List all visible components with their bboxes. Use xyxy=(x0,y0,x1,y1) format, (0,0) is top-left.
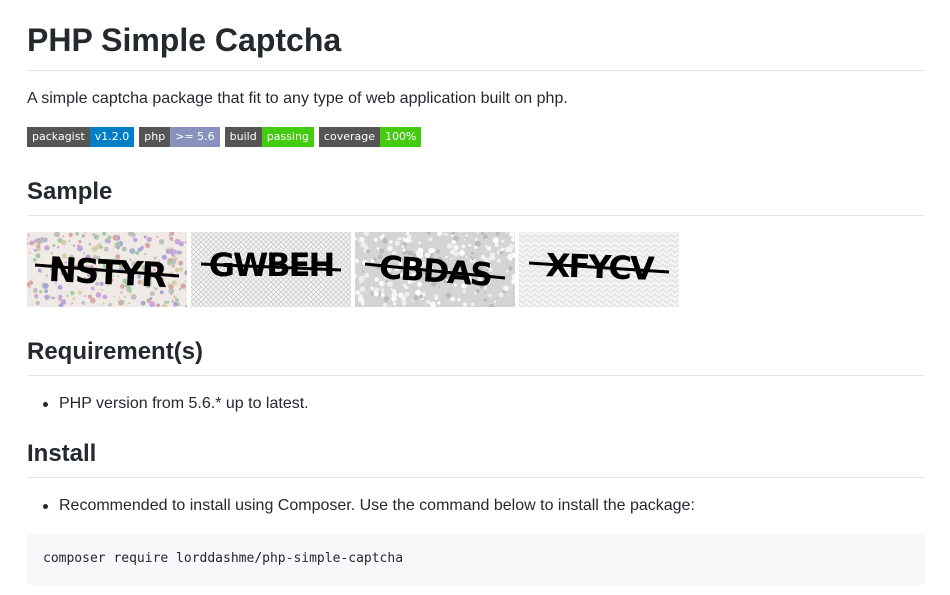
install-heading: Install xyxy=(27,440,97,467)
badge-value: v1.2.0 xyxy=(89,127,135,147)
install-list: Recommended to install using Composer. U… xyxy=(27,496,695,516)
captcha-samples: NSTYR GWBEH CBDAS XFYCV xyxy=(27,232,679,307)
captcha-text: CBDAS xyxy=(378,248,493,294)
badge-label: php xyxy=(139,127,171,147)
badge-value: 100% xyxy=(380,127,422,147)
captcha-text: XFYCV xyxy=(545,246,655,288)
badge-label: build xyxy=(224,127,262,147)
title-divider xyxy=(27,70,925,71)
captcha-text: GWBEH xyxy=(209,246,334,284)
list-item: PHP version from 5.6.* up to latest. xyxy=(27,394,309,414)
badge-coverage[interactable]: coverage 100% xyxy=(318,127,422,147)
sample-divider xyxy=(27,215,925,216)
code-block[interactable]: composer require lorddashme/php-simple-c… xyxy=(27,534,925,585)
captcha-image: GWBEH xyxy=(191,232,351,307)
badge-value: passing xyxy=(261,127,314,147)
requirements-divider xyxy=(27,375,925,376)
sample-heading: Sample xyxy=(27,178,113,205)
install-divider xyxy=(27,477,925,478)
badge-build[interactable]: build passing xyxy=(224,127,314,147)
requirements-list: PHP version from 5.6.* up to latest. xyxy=(27,394,309,414)
captcha-image: NSTYR xyxy=(27,232,187,307)
badge-row: packagist v1.2.0 php >= 5.6 build passin… xyxy=(27,127,422,147)
badge-label: packagist xyxy=(27,127,90,147)
captcha-text: NSTYR xyxy=(48,250,169,296)
description: A simple captcha package that fit to any… xyxy=(27,90,568,107)
captcha-image: XFYCV xyxy=(519,232,679,307)
list-item: Recommended to install using Composer. U… xyxy=(27,496,695,516)
page-title: PHP Simple Captcha xyxy=(27,22,342,58)
requirements-heading: Requirement(s) xyxy=(27,338,204,365)
badge-label: coverage xyxy=(318,127,380,147)
badge-packagist[interactable]: packagist v1.2.0 xyxy=(27,127,135,147)
badge-value: >= 5.6 xyxy=(170,127,220,147)
captcha-image: CBDAS xyxy=(355,232,515,307)
install-command: composer require lorddashme/php-simple-c… xyxy=(43,551,404,566)
badge-php[interactable]: php >= 5.6 xyxy=(139,127,220,147)
